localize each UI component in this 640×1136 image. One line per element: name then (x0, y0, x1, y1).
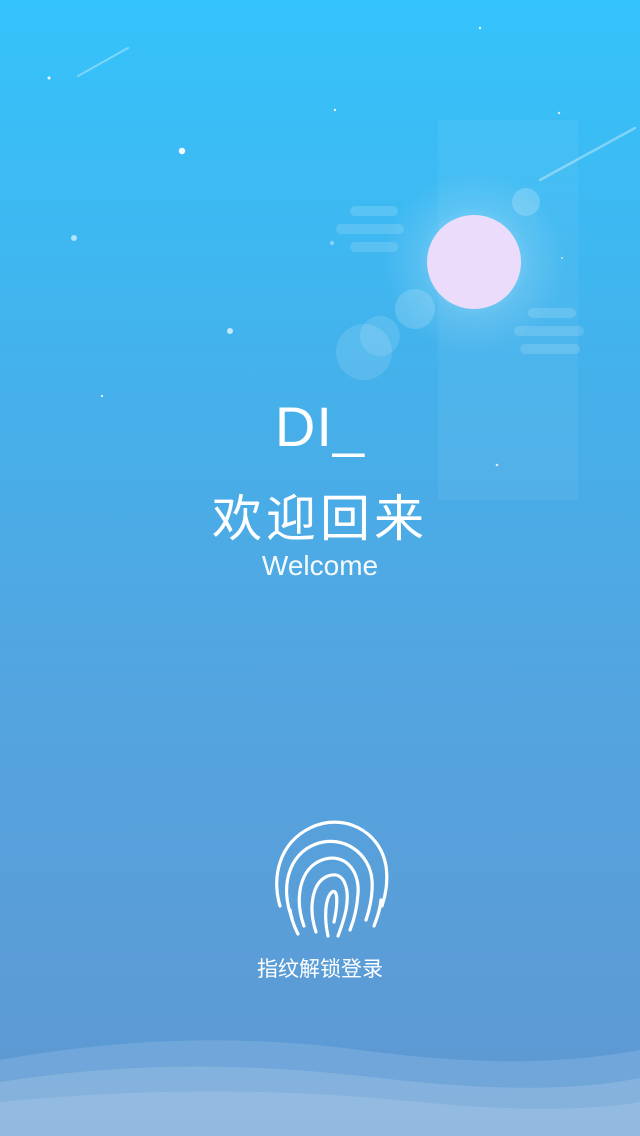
login-screen: DI_ 欢迎回来 Welcome 指纹解锁登录 (0, 0, 640, 1136)
wave-decoration (0, 1040, 640, 1136)
username-label: DI_ (274, 395, 366, 458)
welcome-title: 欢迎回来 (212, 490, 428, 548)
welcome-subtitle: Welcome (261, 550, 379, 581)
fingerprint-icon (275, 820, 389, 938)
fingerprint-login-label[interactable]: 指纹解锁登录 (0, 952, 640, 986)
fingerprint-login-button[interactable] (270, 814, 394, 942)
